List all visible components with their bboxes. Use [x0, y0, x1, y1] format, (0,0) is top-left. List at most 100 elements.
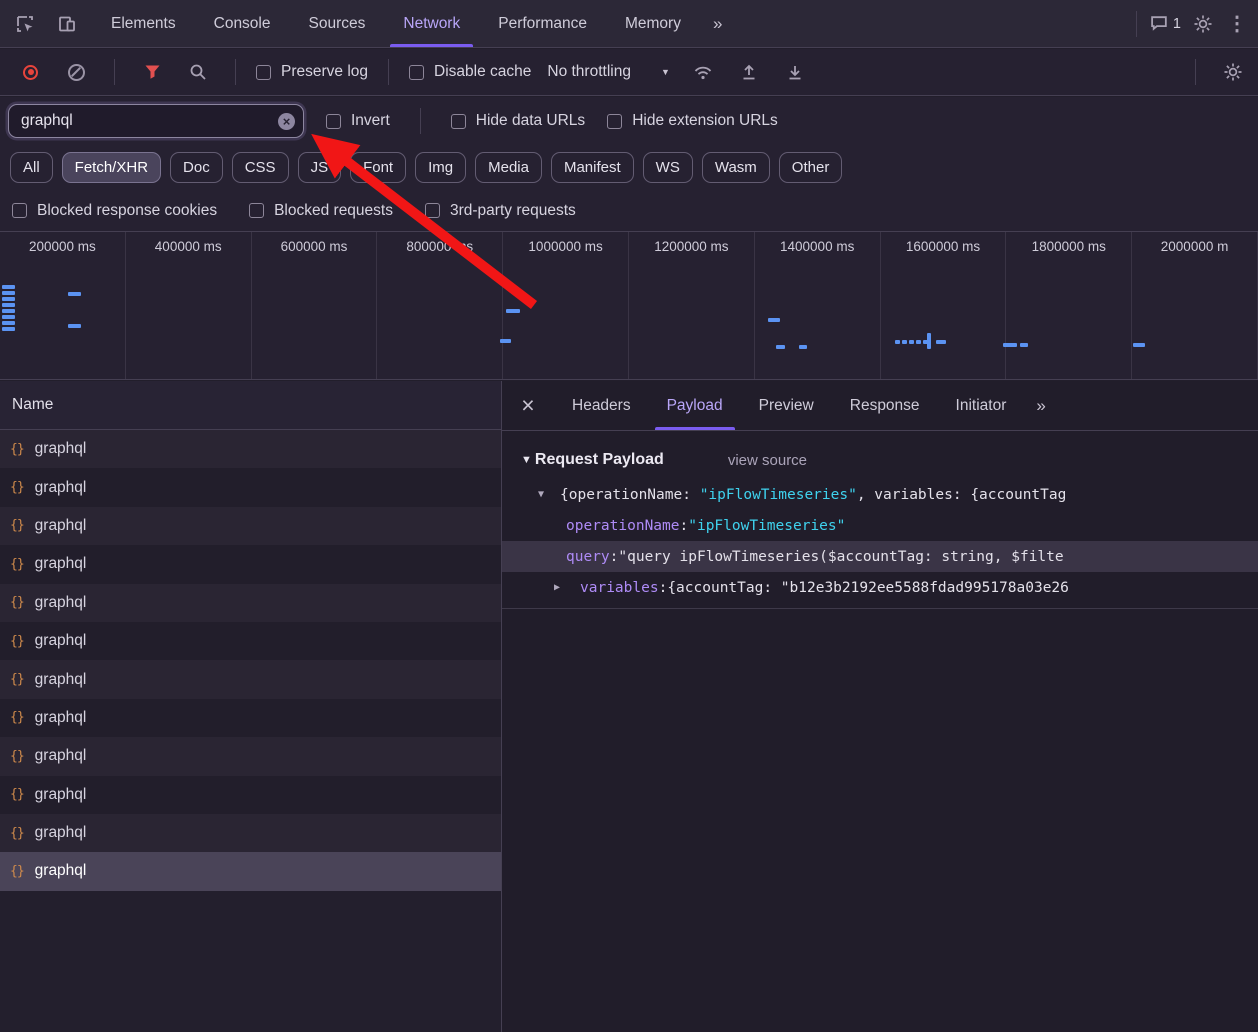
preserve-log-label: Preserve log — [281, 63, 368, 81]
waterfall-mark — [2, 285, 15, 289]
invert-option: Invert — [326, 112, 390, 130]
request-row[interactable]: {}graphql — [0, 584, 501, 622]
payload-value: {accountTag: "b12e3b2192ee5588fdad995178… — [667, 580, 1069, 596]
type-filter-font[interactable]: Font — [350, 152, 406, 183]
request-row[interactable]: {}graphql — [0, 468, 501, 506]
request-row[interactable]: {}graphql — [0, 699, 501, 737]
waterfall-mark — [2, 291, 15, 295]
hide-extension-urls-checkbox[interactable] — [607, 114, 622, 129]
request-row[interactable]: {}graphql — [0, 430, 501, 468]
tab-console[interactable]: Console — [195, 0, 290, 47]
request-row[interactable]: {}graphql — [0, 852, 501, 890]
tab-memory[interactable]: Memory — [606, 0, 700, 47]
export-har-icon[interactable] — [778, 55, 812, 89]
network-main: Name {}graphql{}graphql{}graphql{}graphq… — [0, 381, 1258, 1032]
type-filter-wasm[interactable]: Wasm — [702, 152, 770, 183]
record-network-log-button[interactable] — [23, 65, 38, 80]
type-filter-js[interactable]: JS — [298, 152, 342, 183]
details-tab-initiator[interactable]: Initiator — [938, 381, 1025, 430]
divider — [1195, 59, 1196, 85]
more-details-tabs-button[interactable]: » — [1024, 381, 1057, 430]
network-conditions-icon[interactable] — [686, 55, 720, 89]
json-icon: {} — [10, 518, 24, 533]
json-icon: {} — [10, 480, 24, 495]
request-name: graphql — [35, 786, 87, 804]
collapse-arrow-icon[interactable]: ▼ — [521, 454, 532, 466]
request-row[interactable]: {}graphql — [0, 814, 501, 852]
request-name: graphql — [35, 517, 87, 535]
collapse-arrow-icon[interactable]: ▶ — [554, 582, 580, 593]
tab-elements[interactable]: Elements — [92, 0, 195, 47]
request-row[interactable]: {}graphql — [0, 545, 501, 583]
network-toolbar: Preserve log Disable cache No throttling… — [0, 49, 1258, 96]
request-row[interactable]: {}graphql — [0, 622, 501, 660]
console-messages-button[interactable]: 1 — [1145, 7, 1186, 41]
type-filter-all[interactable]: All — [10, 152, 53, 183]
payload-preview-text: {operationName: "ipFlowTimeseries", vari… — [560, 487, 1066, 503]
search-icon[interactable] — [181, 55, 215, 89]
type-filter-media[interactable]: Media — [475, 152, 542, 183]
filter-funnel-icon[interactable] — [135, 55, 169, 89]
clear-filter-icon[interactable]: × — [278, 113, 295, 130]
details-tabs: HeadersPayloadPreviewResponseInitiator — [554, 381, 1024, 430]
waterfall-mark — [768, 318, 780, 322]
network-settings-gear-icon[interactable] — [1216, 55, 1250, 89]
type-filter-other[interactable]: Other — [779, 152, 843, 183]
request-row[interactable]: {}graphql — [0, 776, 501, 814]
invert-checkbox[interactable] — [326, 114, 341, 129]
throttling-value: No throttling — [547, 63, 631, 81]
import-har-icon[interactable] — [732, 55, 766, 89]
filter-input-wrap: × — [8, 104, 304, 138]
device-toolbar-button[interactable] — [50, 7, 84, 41]
close-details-icon[interactable]: × — [502, 381, 554, 430]
waterfall-mark — [2, 321, 15, 325]
blocked-filters-row: Blocked response cookiesBlocked requests… — [0, 190, 1258, 231]
request-name: graphql — [35, 594, 87, 612]
throttling-dropdown[interactable]: No throttling ▼ — [543, 63, 674, 81]
name-column-header[interactable]: Name — [0, 381, 501, 430]
type-filter-doc[interactable]: Doc — [170, 152, 223, 183]
filter-input[interactable] — [8, 104, 304, 138]
preserve-log-checkbox[interactable] — [256, 65, 271, 80]
request-row[interactable]: {} graphql — [0, 507, 501, 545]
tab-network[interactable]: Network — [384, 0, 479, 47]
type-filter-fetch-xhr[interactable]: Fetch/XHR — [62, 152, 161, 183]
tab-sources[interactable]: Sources — [290, 0, 385, 47]
3rd-party-requests-checkbox[interactable] — [425, 203, 440, 218]
kebab-menu-button[interactable]: ⋮ — [1220, 7, 1254, 41]
blocked-response-cookies-checkbox[interactable] — [12, 203, 27, 218]
payload-tree-root: ▼ {operationName: "ipFlowTimeseries", va… — [502, 479, 1258, 609]
request-row[interactable]: {}graphql — [0, 660, 501, 698]
request-payload-section[interactable]: ▼ Request Payload view source — [502, 441, 1258, 479]
hide-data-urls-checkbox[interactable] — [451, 114, 466, 129]
details-tab-response[interactable]: Response — [832, 381, 938, 430]
details-tab-headers[interactable]: Headers — [554, 381, 649, 430]
request-row[interactable]: {}graphql — [0, 737, 501, 775]
payload-row[interactable]: operationName: "ipFlowTimeseries" — [502, 510, 1258, 541]
tab-performance[interactable]: Performance — [479, 0, 606, 47]
collapse-arrow-icon[interactable]: ▼ — [538, 489, 560, 500]
timeline-overview[interactable]: 200000 ms400000 ms600000 ms800000 ms1000… — [0, 231, 1258, 380]
type-filter-ws[interactable]: WS — [643, 152, 693, 183]
details-tab-payload[interactable]: Payload — [649, 381, 741, 430]
timeline-marks — [0, 232, 1258, 379]
more-panels-button[interactable]: » — [700, 0, 735, 47]
settings-gear-icon[interactable] — [1186, 7, 1220, 41]
payload-row[interactable]: ▶variables: {accountTag: "b12e3b2192ee55… — [502, 572, 1258, 603]
divider — [502, 608, 1258, 609]
clear-network-log-button[interactable] — [68, 64, 85, 81]
type-filter-img[interactable]: Img — [415, 152, 466, 183]
view-source-link[interactable]: view source — [728, 452, 807, 469]
payload-key: query — [566, 549, 610, 565]
details-tab-preview[interactable]: Preview — [741, 381, 832, 430]
inspect-element-button[interactable] — [8, 7, 42, 41]
payload-row[interactable]: query: "query ipFlowTimeseries($accountT… — [502, 541, 1258, 572]
type-filter-manifest[interactable]: Manifest — [551, 152, 634, 183]
type-filter-css[interactable]: CSS — [232, 152, 289, 183]
chevron-down-icon: ▼ — [661, 67, 670, 77]
disable-cache-checkbox[interactable] — [409, 65, 424, 80]
message-count-badge: 1 — [1173, 16, 1181, 32]
payload-root-row[interactable]: ▼ {operationName: "ipFlowTimeseries", va… — [502, 479, 1258, 510]
waterfall-mark — [1133, 343, 1145, 347]
blocked-requests-checkbox[interactable] — [249, 203, 264, 218]
